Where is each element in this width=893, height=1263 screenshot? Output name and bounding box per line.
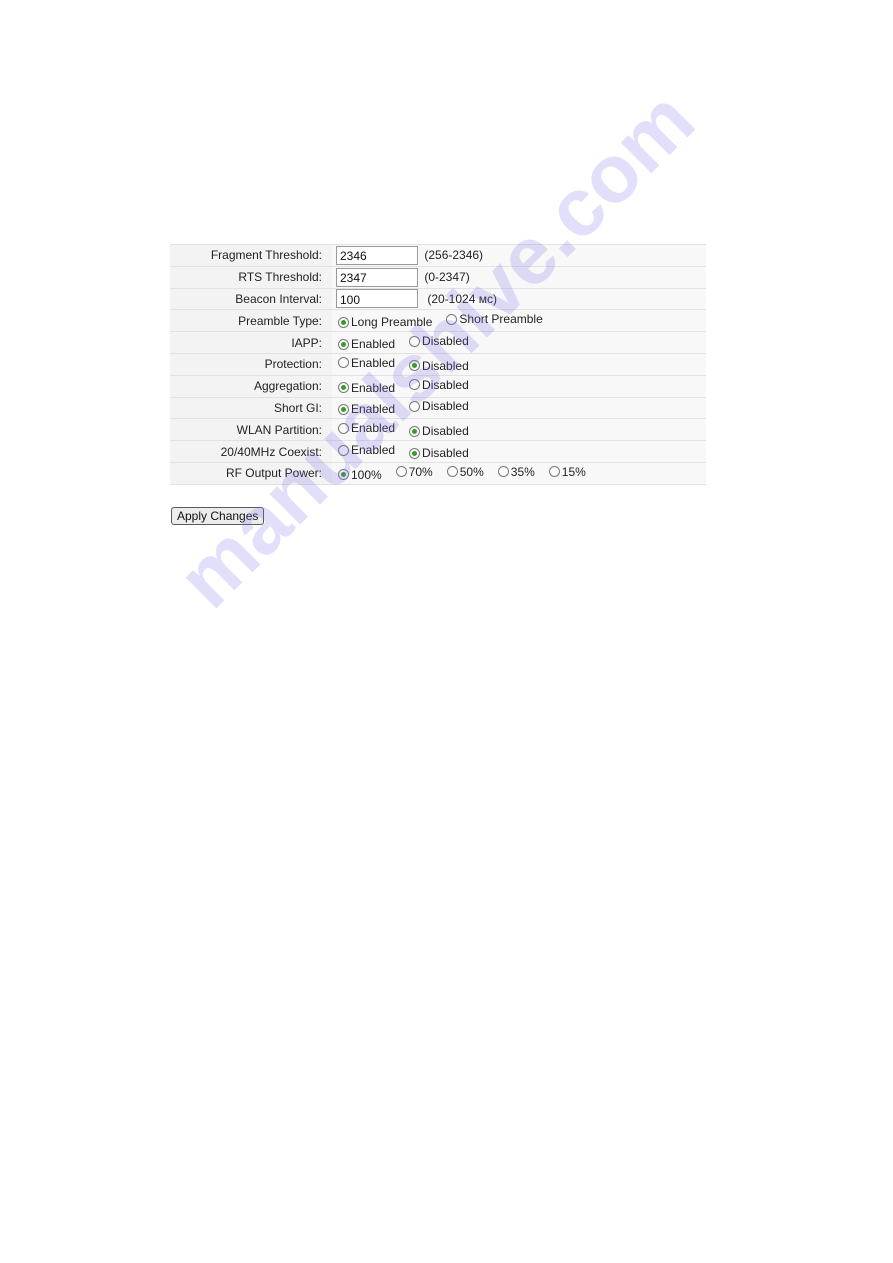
- radio-unselected-icon[interactable]: [446, 313, 458, 325]
- preamble-type-option[interactable]: Long Preamble: [338, 315, 432, 329]
- row-aggregation: Aggregation: Enabled Disabled: [170, 375, 706, 398]
- radio-selected-icon[interactable]: [409, 425, 421, 437]
- radio-unselected-icon[interactable]: [338, 357, 349, 369]
- row-fragment-threshold: Fragment Threshold: (256-2346): [170, 244, 706, 267]
- protection-option[interactable]: Disabled: [409, 359, 469, 373]
- rf-output-power-option[interactable]: 35%: [497, 464, 535, 479]
- row-short-gi: Short GI: Enabled Disabled: [170, 397, 706, 419]
- radio-selected-icon[interactable]: [338, 469, 349, 481]
- option-label: Disabled: [422, 377, 469, 392]
- radio-unselected-icon[interactable]: [395, 466, 407, 478]
- radio-selected-icon[interactable]: [409, 447, 421, 459]
- radio-unselected-icon[interactable]: [548, 466, 560, 478]
- preamble-type-label: Preamble Type:: [170, 309, 332, 332]
- rf-output-power-option[interactable]: 100%: [338, 468, 382, 482]
- fragment-threshold-input[interactable]: [336, 245, 418, 265]
- protection-option[interactable]: Enabled: [338, 356, 395, 370]
- beacon-interval-input[interactable]: [336, 289, 418, 309]
- rf-output-power-option[interactable]: 15%: [548, 464, 586, 479]
- apply-changes-button[interactable]: Apply Changes: [171, 507, 265, 525]
- short-gi-option[interactable]: Enabled: [338, 402, 395, 416]
- option-label: Enabled: [351, 337, 396, 352]
- row-iapp: IAPP: Enabled Disabled: [170, 331, 706, 354]
- option-label: Enabled: [351, 443, 396, 458]
- radio-selected-icon[interactable]: [338, 403, 349, 415]
- fragment-threshold-label: Fragment Threshold:: [170, 244, 332, 267]
- radio-unselected-icon[interactable]: [497, 466, 509, 478]
- option-label: 15%: [561, 464, 586, 479]
- preamble-type-option[interactable]: Short Preamble: [446, 312, 543, 327]
- iapp-label: IAPP:: [170, 331, 332, 354]
- short-gi-label: Short GI:: [170, 397, 332, 419]
- coexist-option[interactable]: Disabled: [409, 446, 469, 460]
- coexist-label: 20/40MHz Coexist:: [170, 440, 332, 463]
- radio-unselected-icon[interactable]: [338, 422, 349, 434]
- protection-label: Protection:: [170, 353, 332, 376]
- rts-threshold-range: (0-2347): [424, 270, 470, 285]
- row-rf-output-power: RF Output Power: 100% 70% 50% 35% 15%: [170, 462, 706, 485]
- option-label: Disabled: [422, 358, 469, 373]
- aggregation-option[interactable]: Disabled: [409, 378, 469, 392]
- option-label: Enabled: [351, 421, 396, 436]
- rf-output-power-option[interactable]: 70%: [395, 464, 433, 479]
- option-label: Disabled: [422, 446, 469, 461]
- option-label: 100%: [351, 467, 382, 482]
- radio-unselected-icon[interactable]: [409, 400, 421, 412]
- aggregation-label: Aggregation:: [170, 375, 332, 398]
- option-label: 70%: [408, 464, 433, 479]
- aggregation-option[interactable]: Enabled: [338, 381, 395, 395]
- coexist-option[interactable]: Enabled: [338, 443, 395, 457]
- rf-output-power-label: RF Output Power:: [170, 462, 332, 485]
- radio-unselected-icon[interactable]: [409, 335, 421, 347]
- rts-threshold-input[interactable]: [336, 267, 418, 287]
- rf-output-power-option[interactable]: 50%: [446, 464, 484, 479]
- option-label: Enabled: [351, 380, 396, 395]
- row-preamble-type: Preamble Type: Long Preamble Short Preamb…: [170, 309, 706, 332]
- option-label: Long Preamble: [351, 315, 433, 330]
- wlan-partition-label: WLAN Partition:: [170, 418, 332, 441]
- row-rts-threshold: RTS Threshold: (0-2347): [170, 266, 706, 289]
- radio-unselected-icon[interactable]: [338, 444, 349, 456]
- beacon-interval-range: (20-1024 мс): [427, 291, 497, 306]
- advanced-wireless-settings-panel: Fragment Threshold: (256-2346) RTS Thres…: [170, 244, 706, 485]
- radio-selected-icon[interactable]: [338, 316, 349, 328]
- row-beacon-interval: Beacon Interval: (20-1024 мс): [170, 288, 706, 310]
- iapp-option[interactable]: Enabled: [338, 337, 395, 351]
- option-label: Disabled: [422, 399, 469, 414]
- radio-unselected-icon[interactable]: [446, 466, 458, 478]
- rts-threshold-label: RTS Threshold:: [170, 266, 332, 289]
- option-label: Enabled: [351, 402, 396, 417]
- radio-selected-icon[interactable]: [338, 338, 349, 350]
- short-gi-option[interactable]: Disabled: [409, 399, 469, 413]
- iapp-option[interactable]: Disabled: [409, 334, 469, 348]
- row-wlan-partition: WLAN Partition: Enabled Disabled: [170, 418, 706, 441]
- option-label: Short Preamble: [459, 312, 543, 327]
- wlan-partition-option[interactable]: Disabled: [409, 424, 469, 438]
- beacon-interval-label: Beacon Interval:: [170, 288, 332, 310]
- option-label: Disabled: [422, 424, 469, 439]
- wlan-partition-option[interactable]: Enabled: [338, 421, 395, 435]
- option-label: 35%: [510, 464, 535, 479]
- option-label: 50%: [459, 464, 484, 479]
- radio-unselected-icon[interactable]: [409, 379, 421, 391]
- radio-selected-icon[interactable]: [338, 382, 349, 394]
- radio-selected-icon[interactable]: [409, 360, 421, 372]
- row-protection: Protection: Enabled Disabled: [170, 353, 706, 376]
- settings-table: Fragment Threshold: (256-2346) RTS Thres…: [170, 244, 706, 485]
- row-20-40mhz-coexist: 20/40MHz Coexist: Enabled Disabled: [170, 440, 706, 463]
- option-label: Disabled: [422, 334, 469, 349]
- fragment-threshold-range: (256-2346): [424, 248, 484, 263]
- option-label: Enabled: [351, 355, 396, 370]
